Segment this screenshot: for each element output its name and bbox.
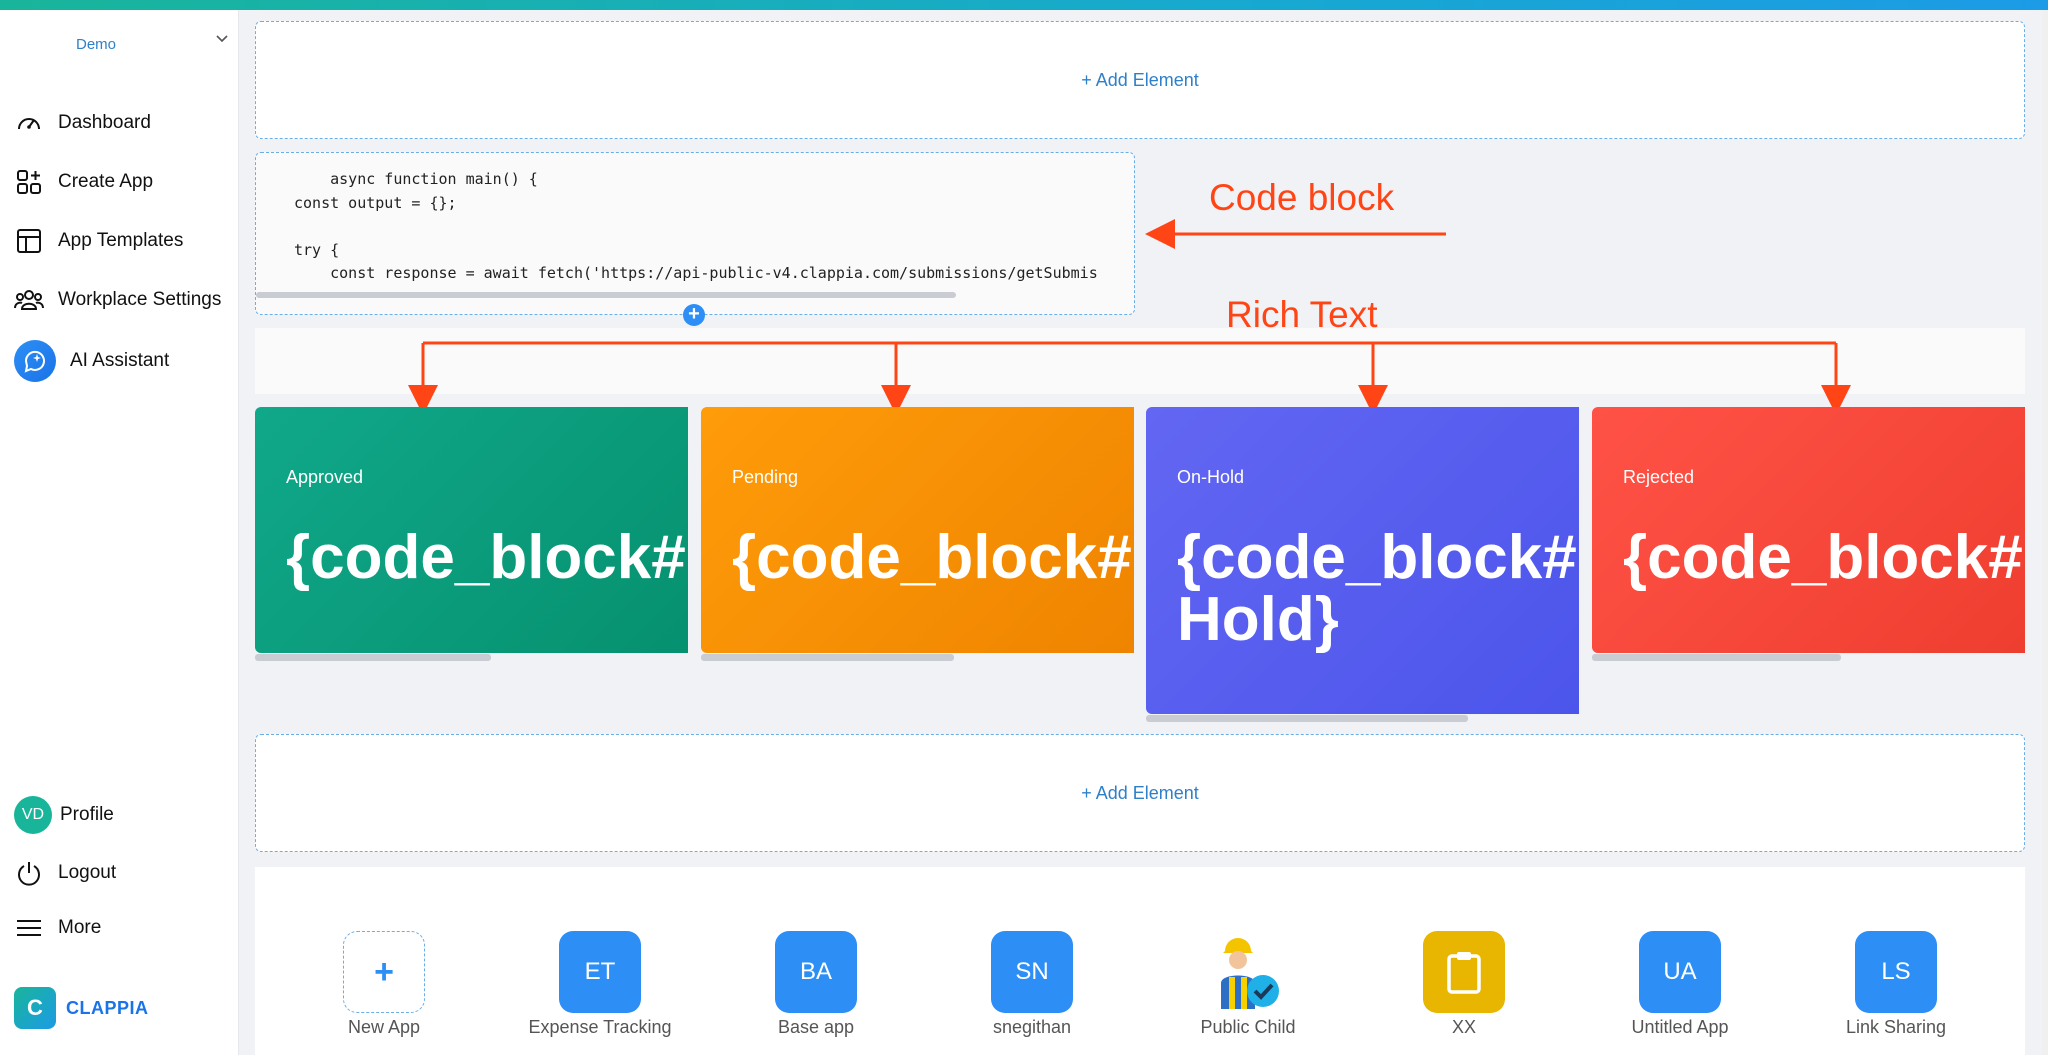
add-element-button[interactable]: + Add Element (255, 734, 2025, 852)
status-card-on-hold[interactable]: On-Hold {code_block# Hold} (1146, 407, 1579, 714)
card-value: {code_block# (1623, 523, 2023, 592)
card-value: {code_block# Hold} (1177, 523, 1577, 654)
plus-icon: + (343, 931, 425, 1013)
app-public-child[interactable]: Public Child (1148, 931, 1348, 1038)
status-card-pending[interactable]: Pending {code_block# (701, 407, 1134, 653)
card-value: {code_block# (732, 523, 1132, 592)
app-tile: SN (991, 931, 1073, 1013)
app-untitled-app[interactable]: UA Untitled App (1580, 931, 1780, 1038)
app-name: Public Child (1200, 1017, 1296, 1037)
app-name: snegithan (992, 1017, 1072, 1037)
app-tile: UA (1639, 931, 1721, 1013)
app-link-sharing[interactable]: LS Link Sharing (1796, 931, 1996, 1038)
card-scrollbar[interactable] (701, 654, 954, 661)
clipboard-icon (1423, 931, 1505, 1013)
app-tile: BA (775, 931, 857, 1013)
card-label: On-Hold (1177, 467, 1245, 487)
card-scrollbar[interactable] (1592, 654, 1841, 661)
card-scrollbar[interactable] (1146, 715, 1468, 722)
app-name: New App (347, 1017, 421, 1037)
card-label: Approved (286, 467, 364, 487)
app-tile: ET (559, 931, 641, 1013)
card-value: {code_block# (286, 523, 686, 592)
app-base-app[interactable]: BA Base app (716, 931, 916, 1038)
app-name: Untitled App (1631, 1017, 1729, 1037)
worker-icon (1207, 931, 1289, 1013)
page-scrollbar[interactable] (2042, 10, 2048, 1055)
status-card-rejected[interactable]: Rejected {code_block# (1592, 407, 2025, 653)
card-label: Rejected (1623, 467, 1695, 487)
status-card-approved[interactable]: Approved {code_block# (255, 407, 688, 653)
app-expense-tracking[interactable]: ET Expense Tracking (500, 931, 700, 1038)
app-name: Expense Tracking (528, 1017, 672, 1037)
app-snegithan[interactable]: SN snegithan (932, 931, 1132, 1038)
app-tile: LS (1855, 931, 1937, 1013)
app-name: XX (1451, 1017, 1476, 1037)
app-xx[interactable]: XX (1364, 931, 1564, 1038)
app-name: Base app (777, 1017, 855, 1037)
app-new-app[interactable]: + New App (284, 931, 484, 1038)
card-scrollbar[interactable] (255, 654, 491, 661)
card-label: Pending (732, 467, 799, 487)
app-name: Link Sharing (1845, 1017, 1947, 1037)
